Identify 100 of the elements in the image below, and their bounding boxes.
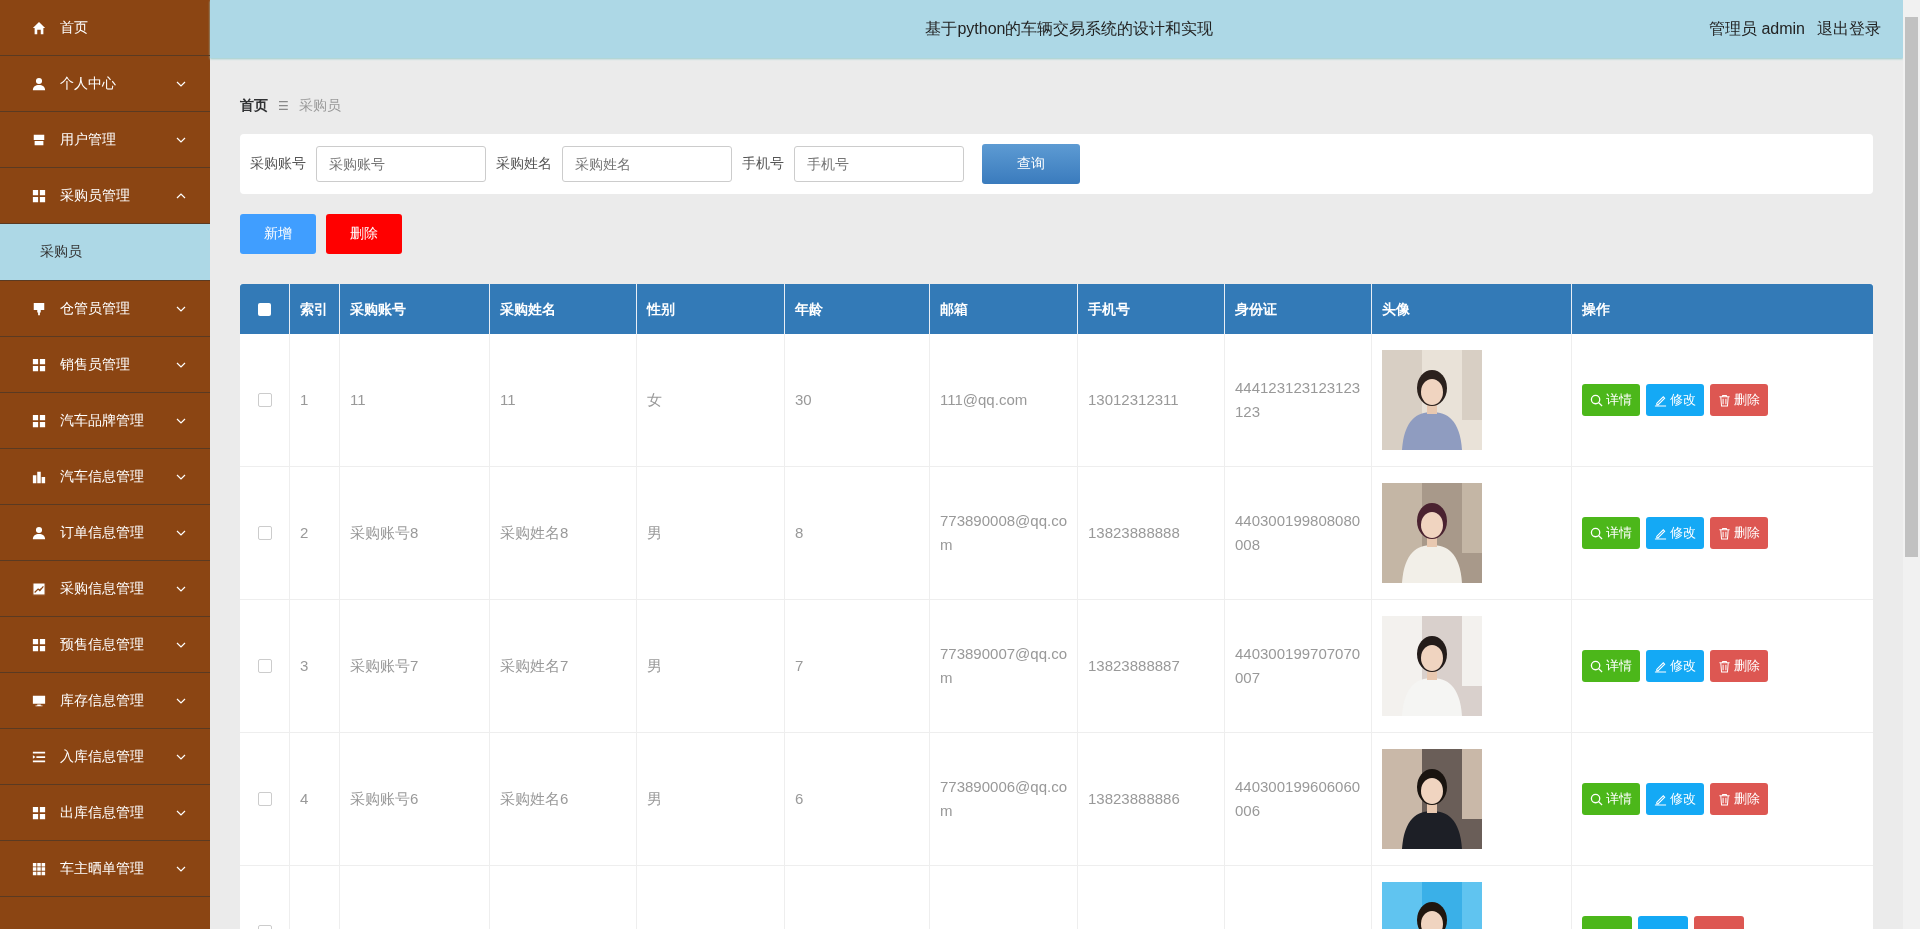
- app-title: 基于python的车辆交易系统的设计和实现: [924, 18, 1215, 39]
- query-button[interactable]: 查询: [982, 144, 1080, 184]
- chart-icon: [32, 581, 46, 596]
- monitor-icon: [32, 693, 46, 708]
- chevron-down-icon: [176, 137, 186, 143]
- sidebar-item[interactable]: 汽车信息管理: [0, 449, 210, 505]
- chevron-down-icon: [176, 81, 186, 87]
- trash-icon: [1718, 526, 1731, 540]
- table-cell-text: 采购账号7: [350, 656, 419, 676]
- table-cell-text: 1: [300, 390, 309, 410]
- table-cell-text: 2: [300, 523, 309, 543]
- breadcrumb-home[interactable]: 首页: [240, 97, 268, 115]
- chevron-down-icon: [176, 810, 186, 816]
- sidebar-item[interactable]: 汽车品牌管理: [0, 393, 210, 449]
- table-cell-text: 440300199606060006: [1235, 777, 1361, 821]
- scrollbar[interactable]: [1903, 0, 1920, 929]
- table-cell-text: 444123123123123123: [1235, 378, 1361, 422]
- table-cell-text: 111@qq.com: [940, 390, 1028, 410]
- grid-icon: [32, 357, 46, 372]
- table-cell-text: 11: [350, 390, 366, 410]
- row-checkbox[interactable]: [257, 393, 272, 407]
- pencil-icon: [1654, 526, 1667, 540]
- stand-icon: [32, 301, 46, 316]
- select-all-checkbox[interactable]: [258, 302, 271, 316]
- trash-icon: [1718, 659, 1731, 673]
- logout-link[interactable]: 退出登录: [1817, 18, 1881, 40]
- sidebar-subitem[interactable]: 采购员: [0, 224, 210, 281]
- trash-icon: [1718, 792, 1731, 806]
- row-checkbox[interactable]: [257, 526, 272, 540]
- table-cell-text: 773890006@qq.com: [940, 777, 1067, 821]
- user-icon: [32, 76, 46, 91]
- field-label: 采购账号: [250, 155, 306, 173]
- search-field[interactable]: 采购账号: [316, 146, 486, 182]
- search-icon: [1590, 792, 1603, 806]
- table-cell-text: 采购账号8: [350, 523, 419, 543]
- search-field[interactable]: 采购姓名: [562, 146, 732, 182]
- column-header: 头像: [1372, 284, 1572, 334]
- chevron-down-icon: [176, 642, 186, 648]
- grid-icon: [32, 805, 46, 820]
- table-cell-text: 440300199707070007: [1235, 644, 1361, 688]
- table-cell-text: 773890007@qq.com: [940, 644, 1067, 688]
- chevron-down-icon: [176, 698, 186, 704]
- sidebar-item[interactable]: 库存信息管理: [0, 673, 210, 729]
- pencil-icon: [1654, 393, 1667, 407]
- sidebar-item[interactable]: 仓管员管理: [0, 281, 210, 337]
- delete-button[interactable]: 删除: [1710, 650, 1768, 682]
- sidebar-item[interactable]: 个人中心: [0, 56, 210, 112]
- chevron-down-icon: [176, 418, 186, 424]
- sidebar-item[interactable]: 销售员管理: [0, 337, 210, 393]
- search-icon: [1590, 393, 1603, 407]
- column-header: 年龄: [785, 284, 930, 334]
- sidebar-item[interactable]: 出库信息管理: [0, 785, 210, 841]
- column-header: 性别: [637, 284, 785, 334]
- table-cell-text: 采购账号6: [350, 789, 419, 809]
- table-cell-text: 13823888888: [1088, 523, 1180, 543]
- delete-button[interactable]: 删除: [1710, 384, 1768, 416]
- search-icon: [1590, 526, 1603, 540]
- sidebar-item[interactable]: 采购信息管理: [0, 561, 210, 617]
- scrollbar-thumb[interactable]: [1905, 17, 1918, 557]
- column-header: 操作: [1581, 299, 1611, 319]
- table-cell-text: 采购姓名8: [500, 523, 569, 543]
- column-header: 采购姓名: [490, 284, 637, 334]
- grid-icon: [32, 413, 46, 428]
- table-cell-text: 女: [647, 390, 662, 410]
- list-icon: [32, 749, 46, 764]
- search-field[interactable]: 手机号: [794, 146, 964, 182]
- field-label: 采购姓名: [496, 155, 552, 173]
- pencil-icon: [1654, 792, 1667, 806]
- chevron-down-icon: [176, 754, 186, 760]
- sidebar-item[interactable]: 用户管理: [0, 112, 210, 168]
- delete-button[interactable]: 删除: [326, 214, 402, 254]
- sidebar-item[interactable]: 车主晒单管理: [0, 841, 210, 897]
- table-cell-text: 13823888886: [1088, 789, 1180, 809]
- table-cell-text: 13823888887: [1088, 656, 1180, 676]
- user-icon: [32, 525, 46, 540]
- table-cell-text: 30: [795, 390, 812, 410]
- sidebar-item[interactable]: 预售信息管理: [0, 617, 210, 673]
- table-icon: [32, 861, 46, 876]
- table-cell-text: 11: [500, 390, 516, 410]
- chevron-down-icon: [176, 474, 186, 480]
- delete-button[interactable]: 删除: [1710, 517, 1768, 549]
- store-icon: [32, 132, 46, 147]
- chevron-up-icon: [176, 193, 186, 199]
- table-cell-text: 男: [647, 656, 662, 676]
- user-label: 管理员 admin: [1708, 18, 1805, 39]
- sidebar-item[interactable]: 入库信息管理: [0, 729, 210, 785]
- column-header: 手机号: [1078, 284, 1225, 334]
- table-cell-text: 采购姓名6: [500, 789, 569, 809]
- table-cell-text: 3: [300, 656, 309, 676]
- row-checkbox[interactable]: [257, 659, 272, 673]
- table-cell-text: 773890008@qq.com: [940, 511, 1067, 555]
- sidebar-item[interactable]: 订单信息管理: [0, 505, 210, 561]
- grid-icon: [32, 637, 46, 652]
- table-cell-text: 男: [647, 523, 662, 543]
- row-checkbox[interactable]: [257, 792, 272, 806]
- chevron-down-icon: [176, 530, 186, 536]
- delete-button[interactable]: 删除: [1710, 783, 1768, 815]
- grid-icon: [32, 188, 46, 203]
- table-cell-text: 4: [300, 789, 309, 809]
- table-cell-text: 8: [795, 523, 804, 543]
